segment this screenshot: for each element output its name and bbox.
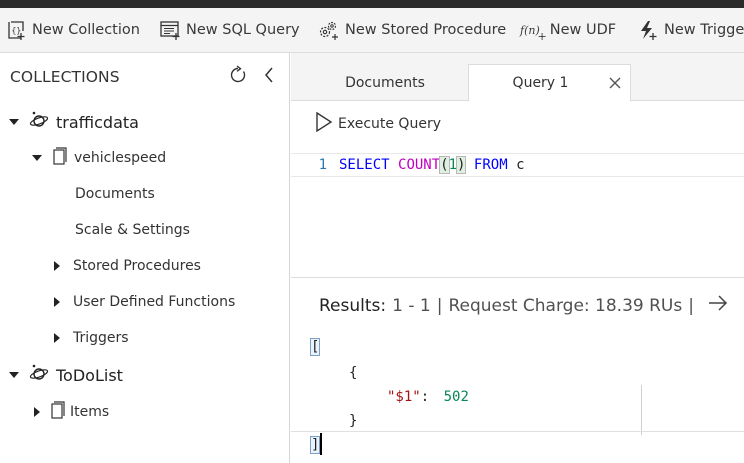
editor-line[interactable]: 1 SELECT COUNT ( 1 ) FROM c bbox=[291, 153, 744, 177]
collapse-sidebar-icon[interactable] bbox=[262, 65, 276, 89]
window-top-bar bbox=[0, 0, 744, 8]
tree-item-label: Triggers bbox=[73, 330, 129, 346]
svg-text:{}: {} bbox=[12, 26, 22, 35]
database-name: trafficdata bbox=[56, 112, 139, 132]
new-collection-label: New Collection bbox=[32, 22, 140, 38]
tree-item-stored-procedures[interactable]: Stored Procedures bbox=[54, 251, 201, 281]
tab-documents[interactable]: Documents bbox=[311, 64, 459, 102]
collection-node-vehiclespeed[interactable]: vehiclespeed bbox=[32, 143, 166, 173]
database-node-todolist[interactable]: ToDoList bbox=[9, 360, 123, 390]
gears-icon bbox=[316, 19, 345, 41]
json-close-brace: } bbox=[349, 413, 358, 429]
new-collection-icon: {} bbox=[5, 19, 32, 41]
results-json-viewer[interactable]: [ { "$1": 502 } ] bbox=[309, 336, 744, 463]
new-collection-button[interactable]: {} New Collection bbox=[5, 8, 140, 52]
expand-caret-icon[interactable] bbox=[34, 407, 40, 417]
expand-caret-icon[interactable] bbox=[54, 261, 60, 271]
tree-item-label: Stored Procedures bbox=[73, 258, 201, 274]
results-header: Results: 1 - 1 | Request Charge: 18.39 R… bbox=[319, 295, 728, 316]
new-sql-query-icon bbox=[159, 19, 186, 41]
json-value: 502 bbox=[443, 389, 469, 405]
results-label: Results: bbox=[319, 295, 387, 316]
sql-close-paren: ) bbox=[455, 156, 467, 174]
tree-item-user-defined-functions[interactable]: User Defined Functions bbox=[54, 287, 235, 317]
planet-icon bbox=[28, 363, 50, 387]
collection-icon bbox=[50, 400, 66, 424]
expand-caret-icon[interactable] bbox=[54, 297, 60, 307]
execute-query-button[interactable]: Execute Query bbox=[315, 111, 441, 137]
expand-caret-icon[interactable] bbox=[32, 155, 42, 161]
results-separator: | bbox=[436, 295, 443, 316]
query-command-bar: Execute Query bbox=[291, 101, 744, 143]
collections-sidebar: COLLECTIONS trafficdata vehiclespeed Doc… bbox=[0, 53, 290, 463]
query-editor[interactable]: 1 SELECT COUNT ( 1 ) FROM c bbox=[291, 153, 744, 277]
query-pane: Documents Query 1 Execute Query 1 SELECT bbox=[291, 53, 744, 463]
tree-item-scale-settings[interactable]: Scale & Settings bbox=[75, 215, 190, 245]
new-sql-query-button[interactable]: New SQL Query bbox=[159, 8, 300, 52]
results-current-line-border bbox=[291, 431, 744, 432]
tree-item-documents[interactable]: Documents bbox=[75, 179, 155, 209]
json-close-bracket: ] bbox=[309, 436, 321, 454]
database-node-trafficdata[interactable]: trafficdata bbox=[9, 107, 139, 137]
next-page-arrow-icon[interactable] bbox=[708, 295, 728, 316]
tab-label: Query 1 bbox=[512, 75, 569, 91]
line-number: 1 bbox=[318, 157, 327, 173]
tab-label: Documents bbox=[345, 75, 425, 91]
tab-query-1[interactable]: Query 1 bbox=[468, 64, 631, 102]
function-icon-plus: + bbox=[537, 29, 547, 43]
collection-name: vehiclespeed bbox=[74, 150, 167, 166]
new-stored-procedure-button[interactable]: New Stored Procedure bbox=[316, 8, 506, 52]
json-key: "$1" bbox=[387, 389, 421, 405]
tree-item-triggers[interactable]: Triggers bbox=[54, 323, 129, 353]
results-separator: | bbox=[688, 295, 694, 316]
json-open-bracket: [ bbox=[309, 338, 321, 356]
request-charge: Request Charge: 18.39 RUs bbox=[448, 295, 683, 316]
expand-caret-icon[interactable] bbox=[54, 333, 60, 343]
collection-node-items[interactable]: Items bbox=[34, 397, 109, 427]
tree-item-label: Documents bbox=[75, 186, 155, 202]
expand-caret-icon[interactable] bbox=[9, 119, 19, 125]
tree-item-label: User Defined Functions bbox=[73, 294, 236, 310]
new-stored-procedure-label: New Stored Procedure bbox=[345, 22, 507, 38]
sidebar-title: COLLECTIONS bbox=[10, 68, 120, 86]
play-icon bbox=[315, 111, 338, 137]
new-trigger-label: New Trigger bbox=[664, 22, 744, 38]
new-udf-label: New UDF bbox=[549, 22, 617, 38]
sql-function-count: COUNT bbox=[398, 157, 441, 173]
new-trigger-button[interactable]: New Trigger bbox=[637, 8, 744, 52]
database-name: ToDoList bbox=[56, 365, 123, 385]
expand-caret-icon[interactable] bbox=[9, 372, 19, 378]
sql-number-arg: 1 bbox=[448, 157, 458, 173]
tab-strip: Documents Query 1 bbox=[291, 53, 744, 102]
sql-open-paren: ( bbox=[439, 156, 450, 174]
text-cursor bbox=[320, 433, 322, 455]
json-colon: : bbox=[420, 389, 430, 405]
new-udf-button[interactable]: f(n) + New UDF bbox=[520, 8, 616, 52]
execute-query-label: Execute Query bbox=[338, 116, 441, 132]
refresh-icon[interactable] bbox=[228, 65, 248, 89]
indent-guide bbox=[641, 385, 642, 435]
new-sql-query-label: New SQL Query bbox=[186, 22, 300, 38]
function-icon: f(n) + bbox=[520, 24, 547, 43]
lightning-icon bbox=[637, 19, 664, 41]
json-open-brace: { bbox=[349, 365, 358, 381]
sql-keyword-from: FROM bbox=[473, 157, 508, 173]
close-icon[interactable] bbox=[608, 76, 622, 94]
command-toolbar: {} New Collection New SQL Query New Stor… bbox=[0, 8, 744, 53]
sql-alias: c bbox=[516, 157, 525, 173]
tree-item-label: Scale & Settings bbox=[75, 222, 190, 238]
results-divider[interactable] bbox=[291, 277, 744, 278]
collection-icon bbox=[52, 146, 68, 170]
planet-icon bbox=[28, 110, 50, 134]
sql-keyword-select: SELECT bbox=[339, 157, 390, 173]
results-range: 1 - 1 bbox=[392, 295, 431, 316]
collection-name: Items bbox=[70, 404, 110, 420]
